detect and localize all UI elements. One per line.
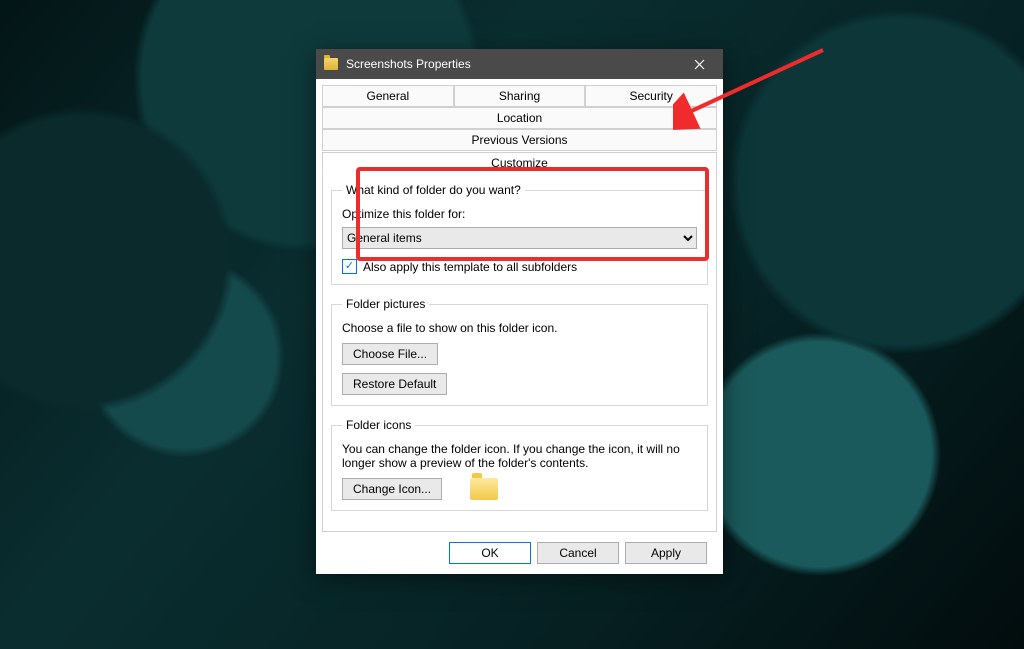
- group-folder-icons-legend: Folder icons: [342, 418, 415, 432]
- checkbox-icon: ✓: [342, 259, 357, 274]
- folder-preview-icon: [470, 478, 498, 500]
- tab-security[interactable]: Security: [585, 85, 717, 107]
- ok-button[interactable]: OK: [449, 542, 531, 564]
- folder-icons-desc: You can change the folder icon. If you c…: [342, 442, 697, 470]
- close-button[interactable]: [679, 49, 719, 79]
- group-folder-kind: What kind of folder do you want? Optimiz…: [331, 183, 708, 285]
- choose-file-button[interactable]: Choose File...: [342, 343, 438, 365]
- group-folder-icons: Folder icons You can change the folder i…: [331, 418, 708, 511]
- group-folder-pictures-legend: Folder pictures: [342, 297, 429, 311]
- apply-subfolders-label: Also apply this template to all subfolde…: [363, 260, 577, 274]
- folder-icon: [324, 58, 338, 70]
- group-folder-kind-legend: What kind of folder do you want?: [342, 183, 525, 197]
- change-icon-button[interactable]: Change Icon...: [342, 478, 442, 500]
- tab-location[interactable]: Location: [322, 107, 717, 129]
- window-title: Screenshots Properties: [346, 57, 679, 71]
- titlebar[interactable]: Screenshots Properties: [316, 49, 723, 79]
- dialog-client: General Sharing Security Location Previo…: [316, 79, 723, 574]
- dialog-footer: OK Cancel Apply: [322, 532, 717, 574]
- optimize-label: Optimize this folder for:: [342, 207, 697, 221]
- desktop-wallpaper: Screenshots Properties General Sharing S…: [0, 0, 1024, 649]
- restore-default-button[interactable]: Restore Default: [342, 373, 447, 395]
- tab-customize-body: What kind of folder do you want? Optimiz…: [322, 173, 717, 532]
- tab-row-2: Previous Versions Customize: [322, 129, 717, 173]
- apply-subfolders-checkbox[interactable]: ✓ Also apply this template to all subfol…: [342, 259, 697, 274]
- tab-previous-versions[interactable]: Previous Versions: [322, 129, 717, 151]
- tab-sharing[interactable]: Sharing: [454, 85, 586, 107]
- tab-row-1: General Sharing Security Location: [322, 85, 717, 129]
- tab-customize[interactable]: Customize: [322, 152, 717, 174]
- cancel-button[interactable]: Cancel: [537, 542, 619, 564]
- close-icon: [694, 59, 705, 70]
- apply-button[interactable]: Apply: [625, 542, 707, 564]
- group-folder-pictures: Folder pictures Choose a file to show on…: [331, 297, 708, 406]
- properties-dialog: Screenshots Properties General Sharing S…: [316, 49, 723, 570]
- optimize-select[interactable]: General items: [342, 227, 697, 249]
- tab-general[interactable]: General: [322, 85, 454, 107]
- folder-pictures-desc: Choose a file to show on this folder ico…: [342, 321, 697, 335]
